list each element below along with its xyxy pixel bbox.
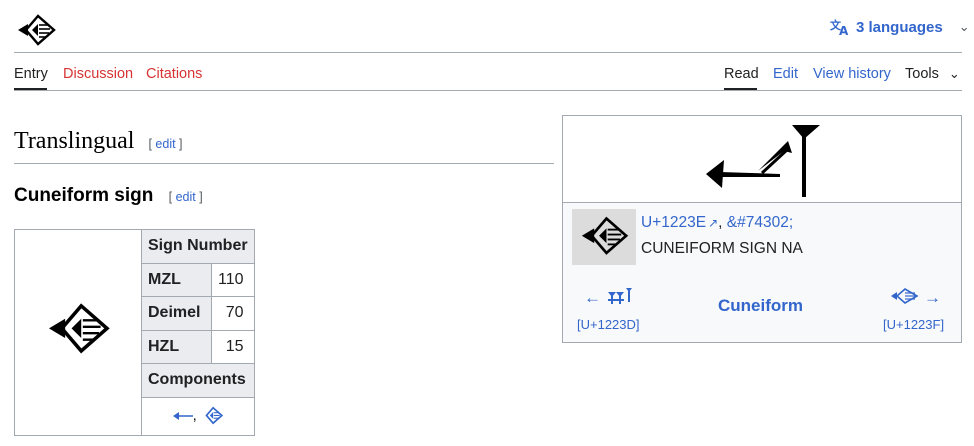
pos-edit-section: [ edit ] [168,190,203,204]
infobox-glyph-area [563,116,961,203]
tab-view-history[interactable]: View history [813,66,891,82]
components-header: Components [141,363,255,398]
tabs-divider [14,90,962,91]
components-separator: , [192,406,197,424]
pos-heading-text: Cuneiform sign [14,185,154,206]
sign-thumbnail[interactable] [572,209,636,265]
sign-table: Sign Number MZL 110 Deimel 70 HZL 15 Com… [14,229,255,436]
row-label: HZL [140,329,213,364]
pos-edit-link[interactable]: edit [176,190,196,204]
cuneiform-glyph-icon [706,125,820,197]
tab-edit[interactable]: Edit [773,66,798,82]
tab-citations[interactable]: Citations [146,66,202,82]
cuneiform-sign-na-icon[interactable] [16,13,56,49]
row-value: 70 [211,296,255,331]
prev-arrow[interactable]: ← [584,288,601,308]
chevron-down-icon: ⌄ [948,66,960,81]
unicode-name: CUNEIFORM SIGN NA [641,240,803,257]
cuneiform-sign-ash-icon[interactable] [172,411,193,421]
next-codepoint[interactable]: [U+1223F] [883,317,944,332]
tab-entry[interactable]: Entry [14,66,48,82]
language-heading-divider [14,163,554,164]
language-heading: Translingual [ edit ] [14,128,183,155]
codepoint-comma: , [718,214,723,231]
languages-label: 3 languages [856,18,943,36]
language-heading-text: Translingual [14,128,135,154]
prev-codepoint[interactable]: [U+1223D] [577,317,640,332]
row-value: 110 [211,262,255,297]
html-entity: &#74302; [726,214,794,231]
tab-read[interactable]: Read [724,66,759,82]
codepoint-line: U+1223E ↗, &#74302; [641,214,793,232]
sign-image-cell [14,229,142,436]
character-infobox: U+1223E ↗, &#74302; CUNEIFORM SIGN NA ← [… [562,115,962,343]
prev-character-icon[interactable] [608,288,632,304]
script-link[interactable]: Cuneiform [718,296,803,316]
row-label: MZL [140,262,213,297]
pos-heading: Cuneiform sign [ edit ] [14,185,203,207]
row-value: 15 [211,329,255,364]
tab-tools[interactable]: Tools ⌄ [905,66,960,82]
cuneiform-sign-na-icon [581,216,629,255]
components-cell: , [141,396,255,436]
next-arrow[interactable]: → [924,288,941,308]
svg-text:A: A [839,24,849,36]
language-edit-link[interactable]: edit [155,137,175,151]
header-divider [14,52,962,53]
language-edit-section: [ edit ] [148,137,183,151]
tab-discussion[interactable]: Discussion [63,66,133,82]
languages-button[interactable]: 文 A 3 languages ⌄ [830,18,970,36]
next-character-icon[interactable] [891,287,919,305]
translate-icon: 文 A [830,18,849,36]
external-link-icon: ↗ [708,216,719,230]
sign-number-header: Sign Number [141,229,255,264]
codepoint-link[interactable]: U+1223E [641,214,706,231]
tools-label: Tools [905,66,939,82]
row-label: Deimel [140,296,213,331]
cuneiform-sign-component-icon[interactable] [201,406,224,426]
chevron-down-icon: ⌄ [958,19,970,34]
cuneiform-sign-na-icon[interactable] [43,301,113,359]
